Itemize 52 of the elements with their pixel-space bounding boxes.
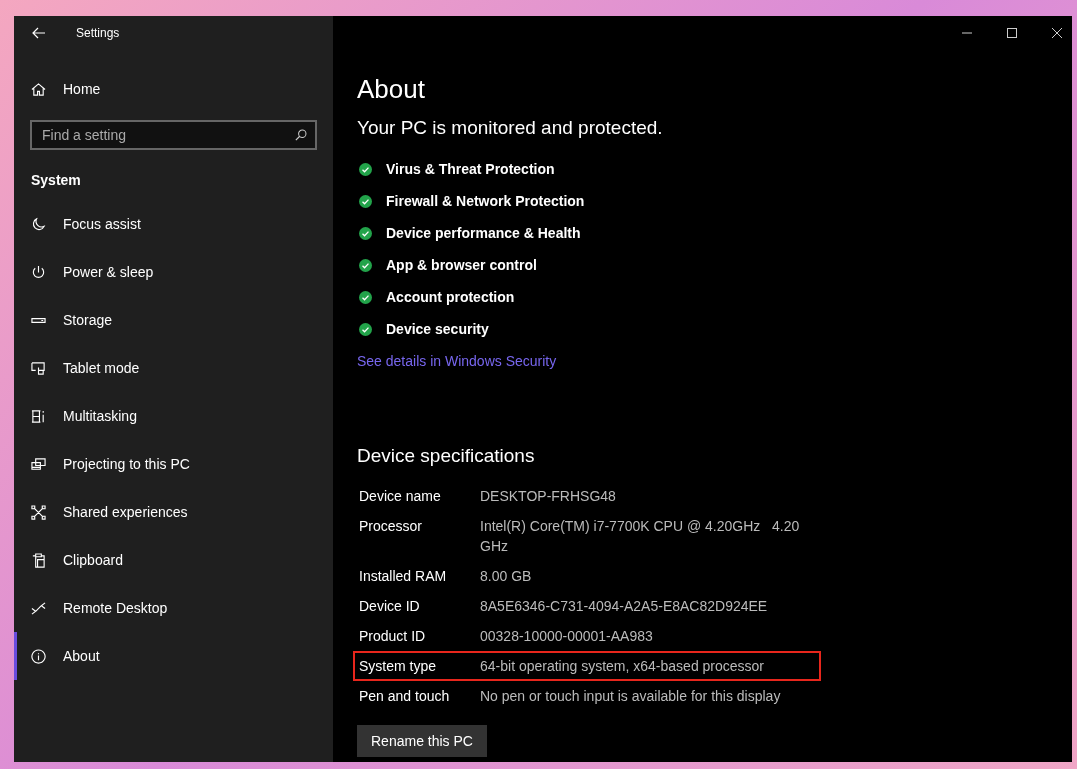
section-heading: System (30, 172, 82, 188)
multitasking-icon (31, 408, 46, 424)
maximize-icon[interactable] (1007, 28, 1017, 38)
sidebar-item[interactable]: Multitasking (14, 392, 333, 440)
sidebar-item[interactable]: Power & sleep (14, 248, 333, 296)
spec-label: System type (359, 657, 438, 676)
spec-value: DESKTOP-FRHSG48 (480, 487, 616, 506)
moon-icon (31, 216, 46, 232)
protection-label: Account protection (386, 289, 515, 305)
info-icon (31, 648, 46, 664)
protection-label: Firewall & Network Protection (386, 193, 585, 209)
sidebar-item[interactable]: Shared experiences (14, 488, 333, 536)
protection-label: Virus & Threat Protection (386, 161, 555, 177)
spec-value: 64-bit operating system, x64-based processor (480, 657, 765, 676)
sidebar-item[interactable]: Projecting to this PC (14, 440, 333, 488)
spec-label: Processor (359, 517, 424, 536)
sidebar-item[interactable]: Storage (14, 296, 333, 344)
spec-label: Device ID (359, 597, 421, 616)
window-title: Settings (76, 26, 120, 40)
windows-security-link[interactable]: See details in Windows Security (357, 353, 557, 369)
tablet-icon (31, 360, 46, 376)
search-field[interactable]: Find a setting (30, 120, 317, 150)
search-icon (295, 129, 307, 141)
power-icon (31, 264, 46, 280)
spec-value: 8A5E6346-C731-4094-A2A5-E8AC82D924EE (480, 597, 768, 616)
protection-label: Device performance & Health (386, 225, 581, 241)
spec-value: No pen or touch input is available for this display (480, 687, 781, 706)
back-arrow-icon[interactable] (32, 27, 46, 39)
spec-label: Product ID (359, 627, 427, 646)
clipboard-icon (31, 552, 46, 568)
spec-label: Installed RAM (359, 567, 448, 586)
sidebar-item[interactable]: About (14, 632, 333, 680)
home-nav-item[interactable]: Home (14, 74, 333, 104)
spec-value: Intel(R) Core(TM) i7-7700K CPU @ 4.20GHz 4.20 GHz (480, 517, 801, 556)
protection-label: Device security (386, 321, 489, 337)
spec-value: 8.00 GB (480, 567, 532, 586)
spec-label: Device name (359, 487, 442, 506)
spec-label: Pen and touch (359, 687, 451, 706)
rename-button[interactable]: Rename this PC (357, 725, 487, 757)
sidebar-item[interactable]: Remote Desktop (14, 584, 333, 632)
sidebar-item[interactable]: Focus assist (14, 200, 333, 248)
protection-label: App & browser control (386, 257, 537, 273)
status-heading: Your PC is monitored and protected. (357, 117, 663, 139)
sidebar-item[interactable]: Clipboard (14, 536, 333, 584)
spec-value: 00328-10000-00001-AA983 (480, 627, 653, 646)
sidebar-item[interactable]: Tablet mode (14, 344, 333, 392)
projector-icon (31, 456, 46, 472)
page-title: About (357, 74, 425, 105)
section-heading: Device specifications (357, 445, 535, 467)
shared-icon (31, 504, 46, 520)
close-icon[interactable] (1052, 28, 1062, 38)
home-icon (31, 81, 46, 97)
